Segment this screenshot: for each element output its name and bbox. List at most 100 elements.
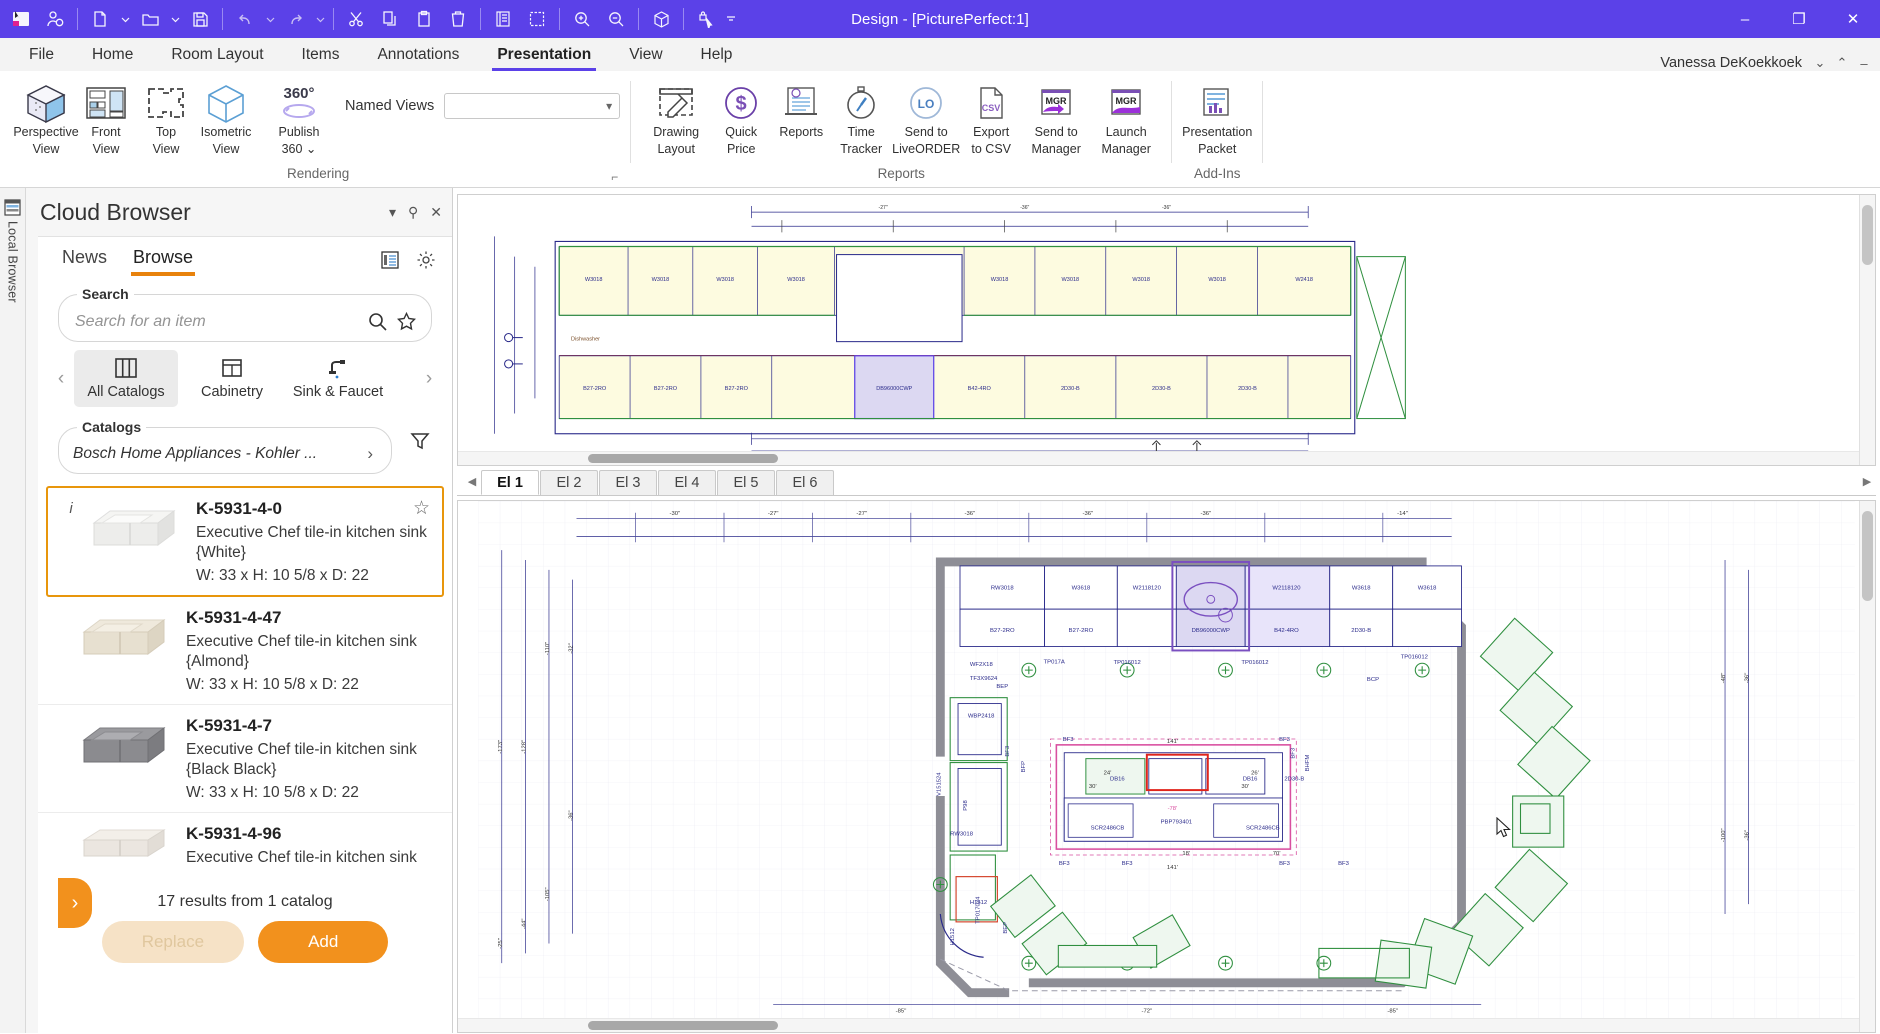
window-minimize-secondary-icon[interactable]: – xyxy=(1854,56,1874,71)
undo-chevron-down-icon[interactable] xyxy=(262,4,278,34)
category-sink-faucet[interactable]: Sink & Faucet xyxy=(286,350,390,407)
panel-expand-flyout[interactable]: › xyxy=(58,878,92,928)
paste-icon[interactable] xyxy=(407,4,441,34)
undo-icon[interactable] xyxy=(228,4,262,34)
report-icon[interactable] xyxy=(486,4,520,34)
plan-hscroll-thumb[interactable] xyxy=(588,1021,778,1030)
named-views-select[interactable]: ▾ xyxy=(444,93,621,119)
tab-browse[interactable]: Browse xyxy=(131,247,196,276)
tab-news[interactable]: News xyxy=(60,247,109,276)
cut-icon[interactable] xyxy=(339,4,373,34)
menu-items[interactable]: Items xyxy=(283,38,359,71)
menu-room-layout[interactable]: Room Layout xyxy=(152,38,282,71)
elevation-horizontal-scrollbar[interactable] xyxy=(458,451,1859,465)
list-item[interactable]: K-5931-4-47 Executive Chef tile-in kitch… xyxy=(38,597,452,705)
save-icon[interactable] xyxy=(183,4,217,34)
category-all-catalogs[interactable]: All Catalogs xyxy=(74,350,178,407)
results-list[interactable]: i K-5931-4-0 Executive Chef tile-in kitc… xyxy=(38,486,452,1033)
send-to-manager-button[interactable]: MGR Send to Manager xyxy=(1021,79,1091,156)
search-icon[interactable] xyxy=(367,311,388,332)
category-next-icon[interactable]: › xyxy=(416,361,442,397)
named-views-chevron-down-icon[interactable]: ▾ xyxy=(606,99,612,113)
presentation-packet-button[interactable]: Presentation Packet xyxy=(1182,79,1252,156)
top-view-button[interactable]: Top View xyxy=(136,79,196,156)
category-cabinetry[interactable]: Cabinetry xyxy=(180,350,284,407)
menu-file[interactable]: File xyxy=(10,38,73,71)
category-prev-icon[interactable]: ‹ xyxy=(48,361,74,397)
user-chevron-down-icon[interactable]: ⌄ xyxy=(1810,55,1830,71)
plan-vertical-scrollbar[interactable] xyxy=(1859,501,1875,1032)
tab-nav-right-icon[interactable]: ▶ xyxy=(1858,475,1876,495)
copy-icon[interactable] xyxy=(373,4,407,34)
item-favorite-star-icon[interactable]: ☆ xyxy=(413,497,430,520)
restore-button[interactable]: ❐ xyxy=(1772,0,1826,38)
new-file-chevron-down-icon[interactable] xyxy=(117,4,133,34)
local-browser-tab[interactable]: Local Browser xyxy=(6,221,20,303)
elevation-vscroll-thumb[interactable] xyxy=(1862,205,1873,265)
elevation-view[interactable]: W3018 W3018 W3018 W3018 W3018 W3018 W3018 W30… xyxy=(457,194,1876,466)
edit-drawing-icon[interactable] xyxy=(520,4,554,34)
menu-view[interactable]: View xyxy=(610,38,681,71)
search-input[interactable] xyxy=(73,311,359,332)
menu-help[interactable]: Help xyxy=(682,38,752,71)
rendering-dialog-launcher-icon[interactable]: ⌐ xyxy=(611,170,618,184)
menu-home[interactable]: Home xyxy=(73,38,152,71)
zoom-out-icon[interactable] xyxy=(599,4,633,34)
qat-overflow-icon[interactable] xyxy=(723,4,739,34)
tab-el-6[interactable]: El 6 xyxy=(776,470,834,495)
open-folder-icon[interactable] xyxy=(133,4,167,34)
close-button[interactable]: ✕ xyxy=(1826,0,1880,38)
redo-chevron-down-icon[interactable] xyxy=(312,4,328,34)
lock-pointer-icon[interactable] xyxy=(689,4,723,34)
send-to-liveorder-button[interactable]: LO Send to LiveORDER xyxy=(891,79,961,156)
isometric-view-button[interactable]: Isometric View xyxy=(196,79,256,156)
panel-close-icon[interactable]: ✕ xyxy=(430,204,442,221)
tab-el-5[interactable]: El 5 xyxy=(717,470,775,495)
quick-price-button[interactable]: $ Quick Price xyxy=(711,79,771,156)
plan-horizontal-scrollbar[interactable] xyxy=(458,1018,1859,1032)
new-file-icon[interactable] xyxy=(83,4,117,34)
plan-vscroll-thumb[interactable] xyxy=(1862,511,1873,601)
list-item[interactable]: K-5931-4-7 Executive Chef tile-in kitche… xyxy=(38,705,452,813)
panel-dropdown-icon[interactable]: ▾ xyxy=(389,204,396,221)
menu-presentation[interactable]: Presentation xyxy=(478,38,610,71)
plan-view[interactable]: RW3018 W3618 W2118120 W2118120 W3618 W36… xyxy=(457,500,1876,1033)
drawing-layout-button[interactable]: Drawing Layout xyxy=(641,79,711,156)
panel-pin-icon[interactable]: ⚲ xyxy=(408,204,418,221)
front-view-button[interactable]: Front View xyxy=(76,79,136,156)
tab-el-1[interactable]: El 1 xyxy=(481,470,539,495)
3d-box-icon[interactable] xyxy=(644,4,678,34)
catalogs-chevron-right-icon[interactable]: › xyxy=(363,444,377,464)
ribbon-collapse-icon[interactable]: ⌃ xyxy=(1832,55,1852,71)
local-browser-icon[interactable] xyxy=(3,198,22,217)
replace-button[interactable]: Replace xyxy=(101,921,245,963)
list-item[interactable]: i K-5931-4-0 Executive Chef tile-in kitc… xyxy=(46,486,444,597)
filter-funnel-icon[interactable] xyxy=(408,429,432,453)
time-tracker-button[interactable]: Time Tracker xyxy=(831,79,891,156)
elevation-vertical-scrollbar[interactable] xyxy=(1859,195,1875,465)
star-outline-icon[interactable] xyxy=(396,311,417,332)
settings-gear-icon[interactable] xyxy=(416,250,436,270)
export-to-csv-button[interactable]: CSV Export to CSV xyxy=(961,79,1021,156)
item-info-icon[interactable]: i xyxy=(62,498,80,517)
app-logo-icon[interactable] xyxy=(4,4,38,34)
perspective-view-button[interactable]: Perspective View xyxy=(13,79,79,156)
delete-icon[interactable] xyxy=(441,4,475,34)
elevation-hscroll-thumb[interactable] xyxy=(588,454,778,463)
user-group-icon[interactable] xyxy=(38,4,72,34)
reports-button[interactable]: Reports xyxy=(771,79,831,155)
menu-annotations[interactable]: Annotations xyxy=(358,38,478,71)
redo-icon[interactable] xyxy=(278,4,312,34)
tab-el-2[interactable]: El 2 xyxy=(540,470,598,495)
tab-nav-left-icon[interactable]: ◀ xyxy=(463,475,481,495)
publish-360-button[interactable]: 360° Publish 360 ⌄ xyxy=(269,79,329,156)
tab-el-4[interactable]: El 4 xyxy=(658,470,716,495)
list-view-icon[interactable] xyxy=(380,250,400,270)
tab-el-3[interactable]: El 3 xyxy=(599,470,657,495)
zoom-in-icon[interactable] xyxy=(565,4,599,34)
add-button[interactable]: Add xyxy=(258,921,389,963)
open-folder-chevron-down-icon[interactable] xyxy=(167,4,183,34)
catalogs-value[interactable]: Bosch Home Appliances - Kohler ... xyxy=(73,445,363,463)
minimize-button[interactable]: – xyxy=(1718,0,1772,38)
list-item[interactable]: K-5931-4-96 Executive Chef tile-in kitch… xyxy=(38,813,452,879)
